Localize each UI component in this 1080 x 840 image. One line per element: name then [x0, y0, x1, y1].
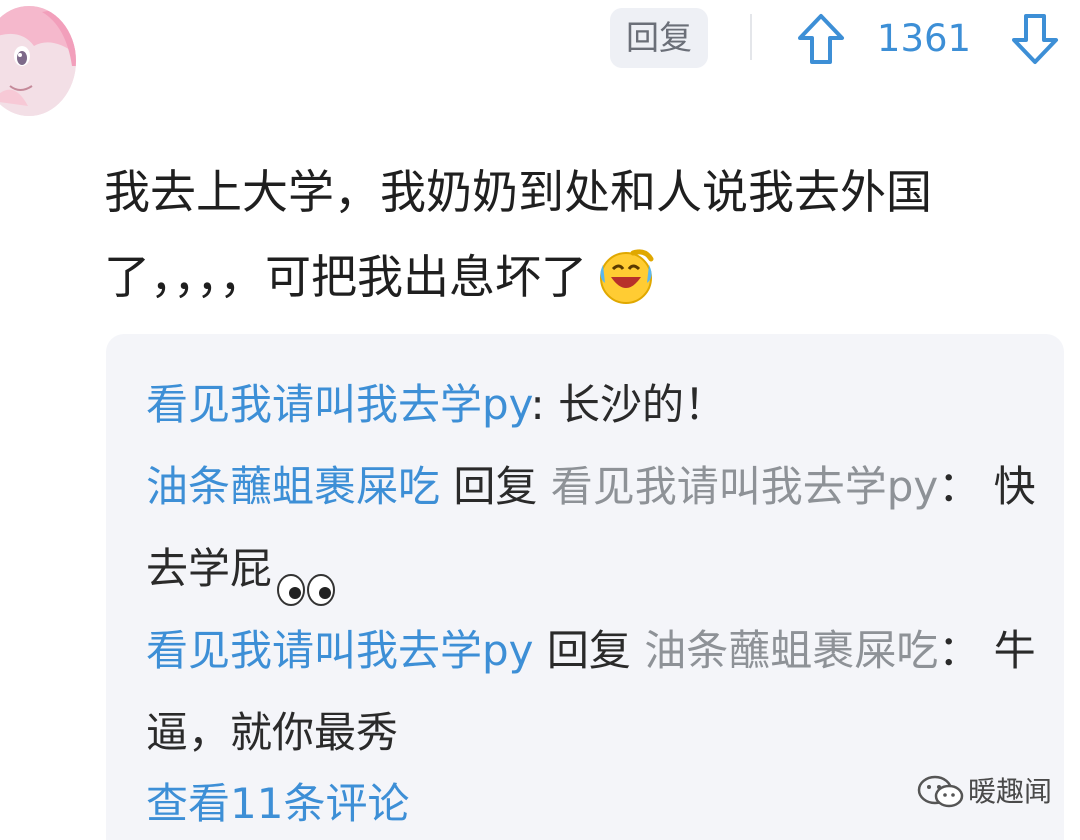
watermark: 暖趣闻	[916, 770, 1066, 814]
reply-item: 看见我请叫我去学py: 长沙的！	[146, 364, 1036, 446]
reply-target-user[interactable]: 看见我请叫我去学py	[551, 462, 939, 511]
avatar[interactable]	[0, 6, 76, 116]
reply-target-user[interactable]: 油条蘸蛆裹屎吃	[644, 626, 938, 675]
reply-keyword: 回复	[533, 626, 645, 675]
reply-item: 看见我请叫我去学py 回复 油条蘸蛆裹屎吃： 牛逼，就你最秀	[146, 610, 1036, 774]
wechat-official-account-icon	[917, 775, 964, 808]
reply-item: 油条蘸蛆裹屎吃 回复 看见我请叫我去学py： 快去学屁	[146, 446, 1036, 610]
vote-count: 1361	[876, 17, 972, 60]
laughing-tears-emoji-icon	[597, 247, 655, 305]
watermark-text: 暖趣闻	[968, 775, 1053, 808]
reply-author[interactable]: 看见我请叫我去学py	[146, 626, 534, 675]
replies-section: 看见我请叫我去学py: 长沙的！ 油条蘸蛆裹屎吃 回复 看见我请叫我去学py： …	[106, 334, 1064, 840]
reply-text: : 长沙的！	[530, 380, 726, 429]
comment-card: 回复 1361 我去上大学，我奶奶到处和人说我去外国了，，，，可把我出息坏了 看…	[0, 0, 1080, 840]
comment-text: 我去上大学，我奶奶到处和人说我去外国了，，，，可把我出息坏了	[104, 165, 932, 304]
anime-avatar-icon	[0, 6, 76, 116]
divider	[750, 14, 752, 60]
eyes-emoji-icon	[276, 552, 336, 606]
view-more-comments-link[interactable]: 查看11条评论	[146, 774, 409, 834]
reply-keyword: 回复	[440, 462, 551, 511]
arrow-up-icon	[798, 14, 844, 64]
arrow-down-icon	[1012, 14, 1058, 64]
comment-text-block: 我去上大学，我奶奶到处和人说我去外国了，，，，可把我出息坏了	[104, 150, 1044, 320]
upvote-button[interactable]	[796, 12, 846, 66]
reply-button[interactable]: 回复	[610, 8, 708, 68]
reply-author[interactable]: 油条蘸蛆裹屎吃	[146, 462, 440, 511]
downvote-button[interactable]	[1010, 12, 1060, 66]
reply-author[interactable]: 看见我请叫我去学py	[146, 380, 530, 429]
